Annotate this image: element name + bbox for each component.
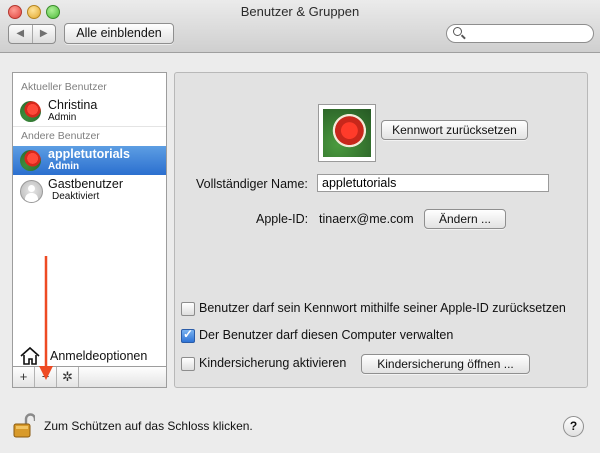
user-name: Christina <box>48 98 98 112</box>
user-role: Admin <box>48 161 80 172</box>
open-parental-controls-button[interactable]: Kindersicherung öffnen ... <box>361 354 530 374</box>
user-list-toolbar: + − ✲ <box>12 366 167 388</box>
parrot-avatar-icon <box>20 101 41 122</box>
reset-password-checkbox-label: Benutzer darf sein Kennwort mithilfe sei… <box>199 301 566 315</box>
user-name: Gastbenutzer <box>48 177 124 191</box>
forward-icon[interactable]: ▶ <box>33 25 56 43</box>
user-list: Aktueller Benutzer Christina Admin Ander… <box>12 72 167 368</box>
reset-password-checkbox[interactable] <box>181 302 195 316</box>
remove-user-button[interactable]: − <box>35 367 57 387</box>
other-users-header: Andere Benutzer <box>21 130 100 142</box>
parental-controls-checkbox[interactable] <box>181 357 195 371</box>
search-input[interactable] <box>469 26 588 42</box>
title-bar: Benutzer & Gruppen ◀ ▶ Alle einblenden <box>0 0 600 53</box>
search-icon <box>453 27 462 36</box>
parrot-avatar-icon <box>20 150 41 171</box>
user-row-christina[interactable]: Christina Admin <box>13 97 166 126</box>
login-options-label: Anmeldeoptionen <box>50 349 148 363</box>
change-apple-id-button[interactable]: Ändern ... <box>424 209 506 229</box>
apple-id-label: Apple-ID: <box>256 212 309 226</box>
user-role: Deaktiviert <box>52 191 100 202</box>
admin-checkbox-label: Der Benutzer darf diesen Computer verwal… <box>199 328 454 342</box>
parental-controls-checkbox-label: Kindersicherung aktivieren <box>199 356 347 370</box>
divider <box>13 126 166 127</box>
user-name: appletutorials <box>48 147 130 161</box>
user-row-appletutorials[interactable]: appletutorials Admin <box>13 146 166 175</box>
help-button[interactable]: ? <box>563 416 584 437</box>
show-all-button[interactable]: Alle einblenden <box>64 23 174 44</box>
gear-icon[interactable]: ✲ <box>57 367 79 387</box>
search-field[interactable] <box>446 24 594 43</box>
add-user-button[interactable]: + <box>13 367 35 387</box>
login-options-item[interactable]: Anmeldeoptionen <box>12 345 165 366</box>
user-role: Admin <box>48 112 77 123</box>
user-row-gastbenutzer[interactable]: Gastbenutzer Deaktiviert <box>13 176 166 205</box>
back-forward-control[interactable]: ◀ ▶ <box>8 24 56 44</box>
lock-hint-text: Zum Schützen auf das Schloss klicken. <box>44 419 253 433</box>
window-title: Benutzer & Gruppen <box>240 4 360 19</box>
reset-password-button[interactable]: Kennwort zurücksetzen <box>381 120 528 140</box>
lock-icon[interactable] <box>13 413 35 439</box>
apple-id-value: tinaerx@me.com <box>319 212 414 226</box>
admin-checkbox[interactable] <box>181 327 195 343</box>
guest-avatar-icon <box>20 180 43 203</box>
house-icon <box>20 346 40 365</box>
parrot-picture-icon <box>323 109 371 157</box>
current-user-header: Aktueller Benutzer <box>21 81 107 93</box>
full-name-field[interactable] <box>317 174 549 192</box>
user-picture[interactable] <box>318 104 376 162</box>
back-icon[interactable]: ◀ <box>9 25 33 43</box>
full-name-label: Vollständiger Name: <box>196 177 308 191</box>
